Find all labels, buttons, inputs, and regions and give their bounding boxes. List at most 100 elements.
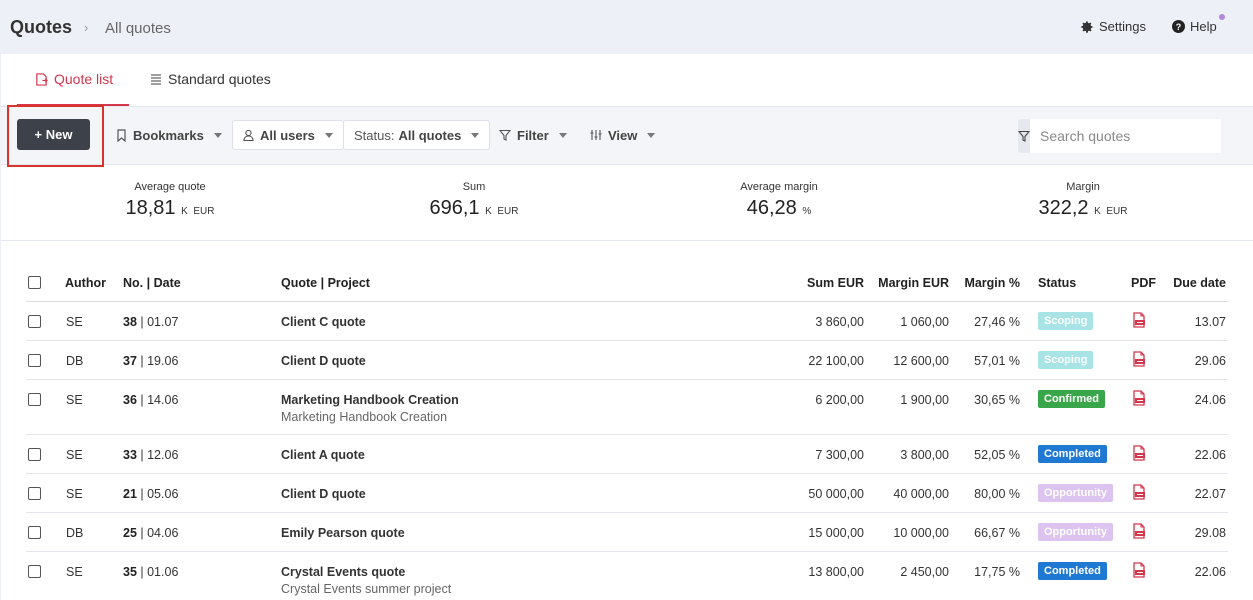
author-initials: SE	[66, 448, 83, 462]
margin-pct: 27,46 %	[974, 315, 1020, 329]
funnel-icon	[499, 129, 511, 141]
col-no-date[interactable]: No. | Date	[123, 276, 181, 290]
summary-stats: Average quote 18,81 K EUR Sum 696,1 K EU…	[1, 165, 1253, 241]
help-button[interactable]: ? Help	[1172, 14, 1225, 34]
status-badge: Completed	[1038, 562, 1107, 580]
table-row[interactable]: SE 38 | 01.07 Client C quote 3 860,00 1 …	[26, 302, 1228, 341]
table-row[interactable]: SE 36 | 14.06 Marketing Handbook Creatio…	[26, 380, 1228, 435]
select-all-checkbox[interactable]	[28, 276, 41, 289]
col-due-date[interactable]: Due date	[1126, 276, 1226, 290]
stat-suffix: K	[181, 206, 188, 217]
quote-title[interactable]: Client A quote	[281, 448, 365, 462]
row-checkbox[interactable]	[28, 448, 41, 461]
row-checkbox[interactable]	[28, 393, 41, 406]
bookmarks-label: Bookmarks	[133, 127, 204, 143]
view-label: View	[608, 127, 638, 143]
stat-value: 18,81	[125, 197, 176, 219]
stat-label: Sum	[462, 181, 486, 193]
author-initials: SE	[66, 315, 83, 329]
stat-value: 696,1	[429, 197, 480, 219]
quote-title[interactable]: Client D quote	[281, 487, 366, 501]
tab-label: Quote list	[54, 71, 114, 87]
status-dropdown[interactable]: Status: All quotes	[343, 120, 491, 150]
filter-label: Filter	[517, 127, 549, 143]
search-filter-button[interactable]	[1018, 119, 1030, 153]
status-badge: Confirmed	[1038, 390, 1105, 408]
toolbar: + New Bookmarks All users Status: All qu…	[1, 105, 1253, 167]
tab-standard-quotes[interactable]: Standard quotes	[150, 71, 271, 87]
tab-label: Standard quotes	[168, 71, 271, 87]
table-row[interactable]: SE 33 | 12.06 Client A quote 7 300,00 3 …	[26, 435, 1228, 474]
columns-icon	[590, 130, 602, 140]
project-name: Crystal Events summer project	[281, 582, 452, 596]
quote-title[interactable]: Marketing Handbook Creation	[281, 393, 459, 407]
status-prefix: Status:	[354, 127, 395, 143]
quote-title[interactable]: Client D quote	[281, 354, 366, 368]
margin-pct: 66,67 %	[974, 526, 1020, 540]
quote-title[interactable]: Client C quote	[281, 315, 366, 329]
settings-button[interactable]: Settings	[1080, 19, 1146, 34]
table-header: Author No. | Date Quote | Project Sum EU…	[26, 259, 1228, 302]
chevron-down-icon	[213, 132, 222, 138]
author-initials: SE	[66, 393, 83, 407]
row-checkbox[interactable]	[28, 315, 41, 328]
row-checkbox[interactable]	[28, 487, 41, 500]
quote-title[interactable]: Crystal Events quote	[281, 565, 405, 579]
tab-quote-list[interactable]: Quote list	[35, 71, 113, 87]
stat-label: Margin	[1066, 181, 1100, 193]
author-initials: SE	[66, 487, 83, 501]
quote-title[interactable]: Emily Pearson quote	[281, 526, 405, 540]
bookmarks-dropdown[interactable]: Bookmarks	[116, 120, 222, 150]
due-date: 13.07	[1194, 315, 1226, 329]
table-row[interactable]: SE 21 | 05.06 Client D quote 50 000,00 4…	[26, 474, 1228, 513]
table-row[interactable]: DB 25 | 04.06 Emily Pearson quote 15 000…	[26, 513, 1228, 552]
col-quote-project[interactable]: Quote | Project	[281, 276, 370, 290]
search-box	[1018, 119, 1221, 153]
users-dropdown[interactable]: All users	[232, 120, 344, 150]
status-value: All quotes	[398, 127, 462, 143]
quote-number-date: 37 | 19.06	[123, 354, 179, 368]
col-margin-pct[interactable]: Margin %	[920, 276, 1020, 290]
breadcrumb-current: All quotes	[105, 20, 171, 37]
chevron-down-icon	[647, 132, 656, 138]
due-date: 22.07	[1194, 487, 1226, 501]
margin-pct: 80,00 %	[974, 487, 1020, 501]
quote-list-icon	[36, 72, 48, 86]
col-status[interactable]: Status	[1038, 276, 1076, 290]
status-badge: Scoping	[1038, 312, 1094, 330]
stat-sum: Sum 696,1 K EUR	[374, 181, 574, 220]
user-icon	[243, 129, 254, 141]
row-checkbox[interactable]	[28, 526, 41, 539]
help-label: Help	[1190, 14, 1225, 34]
stat-margin: Margin 322,2 K EUR	[983, 181, 1183, 220]
search-input[interactable]	[1030, 119, 1221, 153]
view-dropdown[interactable]: View	[590, 120, 656, 150]
row-checkbox[interactable]	[28, 354, 41, 367]
margin-pct: 52,05 %	[974, 448, 1020, 462]
quote-number-date: 38 | 01.07	[123, 315, 179, 329]
stat-label: Average quote	[134, 181, 206, 193]
chevron-down-icon	[558, 132, 567, 138]
row-checkbox[interactable]	[28, 565, 41, 578]
status-badge: Scoping	[1038, 351, 1094, 369]
stat-unit: EUR	[1106, 206, 1128, 217]
list-icon	[151, 74, 161, 85]
svg-text:?: ?	[1176, 22, 1181, 32]
tab-bar: Quote list Standard quotes	[1, 54, 1253, 107]
col-author[interactable]: Author	[65, 276, 106, 290]
stat-unit: %	[802, 206, 812, 217]
page-title[interactable]: Quotes	[10, 17, 72, 38]
table-row[interactable]: SE 35 | 01.06 Crystal Events quote Cryst…	[26, 552, 1228, 600]
due-date: 24.06	[1194, 393, 1226, 407]
chevron-down-icon	[324, 132, 333, 138]
due-date: 29.08	[1194, 526, 1226, 540]
stat-suffix: K	[1094, 206, 1101, 217]
quote-number-date: 35 | 01.06	[123, 565, 179, 579]
stat-suffix: K	[485, 206, 492, 217]
stat-average-margin: Average margin 46,28 %	[679, 181, 879, 220]
filter-dropdown[interactable]: Filter	[499, 120, 567, 150]
quote-number-date: 33 | 12.06	[123, 448, 179, 462]
chevron-down-icon	[471, 132, 480, 138]
table-row[interactable]: DB 37 | 19.06 Client D quote 22 100,00 1…	[26, 341, 1228, 380]
main-panel: Quote list Standard quotes + New Bookmar…	[1, 54, 1253, 600]
